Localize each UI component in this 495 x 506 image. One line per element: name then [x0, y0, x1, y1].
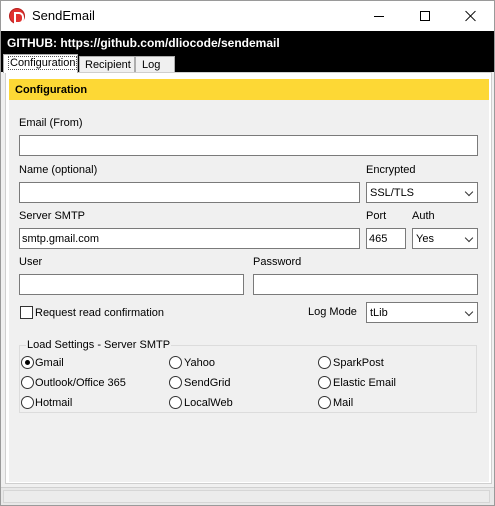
radio-localweb[interactable] [169, 396, 182, 409]
status-bar [1, 487, 494, 505]
radio-yahoo-label[interactable]: Yahoo [184, 357, 215, 369]
radio-sparkpost-label[interactable]: SparkPost [333, 357, 384, 369]
radio-sendgrid-label[interactable]: SendGrid [184, 377, 230, 389]
app-logo-icon [9, 8, 25, 24]
tab-panel-configuration: Configuration Email (From) Name (optiona… [5, 72, 492, 484]
tab-strip: Configuration Recipient Log [1, 54, 494, 73]
password-field[interactable] [253, 274, 478, 295]
read-confirmation-checkbox[interactable] [20, 306, 33, 319]
radio-outlook[interactable] [21, 376, 34, 389]
log-mode-select[interactable]: tLib [366, 302, 478, 323]
name-field[interactable] [19, 182, 360, 203]
log-mode-value: tLib [370, 307, 388, 319]
radio-gmail[interactable] [21, 356, 34, 369]
maximize-icon [420, 11, 430, 21]
email-from-field[interactable] [19, 135, 478, 156]
server-smtp-field[interactable]: smtp.gmail.com [19, 228, 360, 249]
radio-mail[interactable] [318, 396, 331, 409]
tab-log[interactable]: Log [135, 56, 175, 73]
user-field[interactable] [19, 274, 244, 295]
close-icon [465, 10, 477, 22]
window-title: SendEmail [32, 8, 95, 23]
configuration-form: Configuration Email (From) Name (optiona… [9, 79, 489, 482]
app-window: SendEmail GITHUB: https://github.com/dli… [0, 0, 495, 506]
auth-value: Yes [416, 233, 434, 245]
minimize-icon [374, 15, 384, 17]
minimize-button[interactable] [356, 1, 402, 31]
section-header: Configuration [9, 79, 489, 100]
email-from-label: Email (From) [19, 117, 83, 129]
encrypted-value: SSL/TLS [370, 187, 415, 199]
tab-configuration-label: Configuration [8, 56, 78, 70]
radio-sparkpost[interactable] [318, 356, 331, 369]
chevron-down-icon [464, 187, 474, 197]
port-field[interactable]: 465 [366, 228, 406, 249]
load-settings-title: Load Settings - Server SMTP [26, 339, 172, 351]
maximize-button[interactable] [402, 1, 448, 31]
radio-elastic-email-label[interactable]: Elastic Email [333, 377, 396, 389]
auth-select[interactable]: Yes [412, 228, 478, 249]
load-settings-group: Load Settings - Server SMTP Gmail Yahoo … [19, 339, 477, 413]
title-bar: SendEmail [1, 1, 494, 31]
chevron-down-icon [464, 307, 474, 317]
encrypted-select[interactable]: SSL/TLS [366, 182, 478, 203]
port-label: Port [366, 210, 387, 222]
radio-elastic-email[interactable] [318, 376, 331, 389]
tab-recipient[interactable]: Recipient [79, 56, 135, 73]
radio-outlook-label[interactable]: Outlook/Office 365 [35, 377, 126, 389]
radio-mail-label[interactable]: Mail [333, 397, 353, 409]
github-link-banner[interactable]: GITHUB: https://github.com/dliocode/send… [1, 31, 494, 54]
auth-label: Auth [412, 210, 435, 222]
tab-configuration[interactable]: Configuration [3, 54, 78, 73]
password-label: Password [253, 256, 302, 268]
encrypted-label: Encrypted [366, 164, 416, 176]
read-confirmation-label[interactable]: Request read confirmation [35, 307, 164, 319]
radio-hotmail[interactable] [21, 396, 34, 409]
chevron-down-icon [464, 233, 474, 243]
radio-hotmail-label[interactable]: Hotmail [35, 397, 72, 409]
close-button[interactable] [448, 1, 494, 31]
user-label: User [19, 256, 43, 268]
name-label: Name (optional) [19, 164, 98, 176]
radio-localweb-label[interactable]: LocalWeb [184, 397, 233, 409]
radio-sendgrid[interactable] [169, 376, 182, 389]
radio-yahoo[interactable] [169, 356, 182, 369]
server-smtp-label: Server SMTP [19, 210, 86, 222]
status-bar-panel [3, 490, 490, 503]
radio-gmail-label[interactable]: Gmail [35, 357, 64, 369]
log-mode-label: Log Mode [308, 306, 357, 318]
